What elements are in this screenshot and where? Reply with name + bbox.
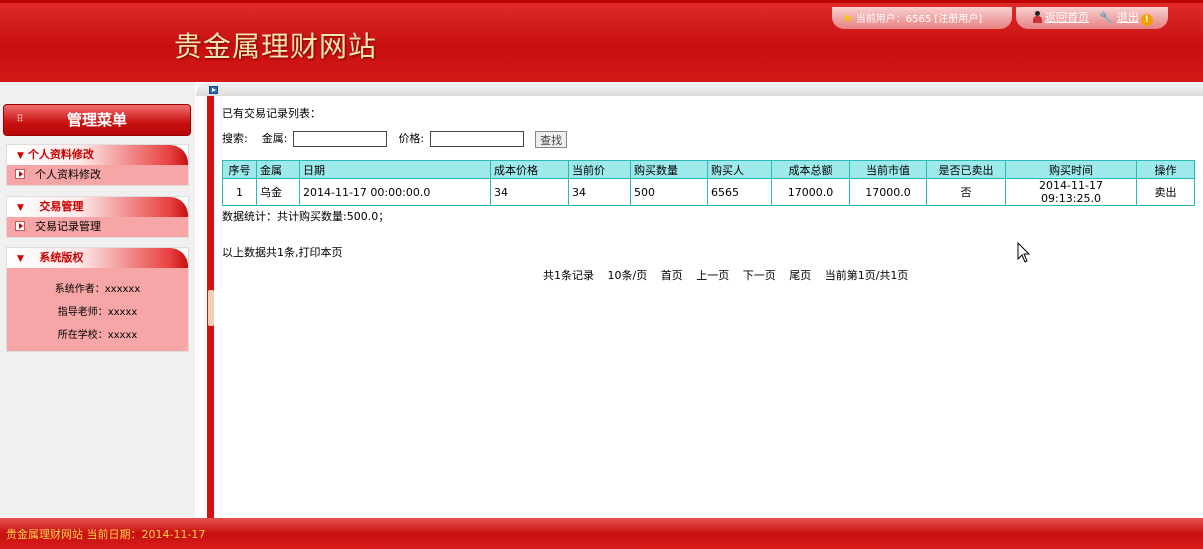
current-user-text: 当前用户：6565 [注册用户] [855, 14, 983, 25]
pager-next[interactable]: 下一页 [743, 269, 776, 282]
author-line: 系统作者：xxxxxx [54, 284, 141, 295]
cell-cost-total: 17000.0 [771, 178, 850, 206]
total-print-line[interactable]: 以上数据共1条,打印本页 [222, 244, 343, 260]
triangle-down-icon: ▼ [17, 254, 24, 264]
cell-purchase-time: 2014-11-17 09:13:25.0 [1005, 178, 1137, 206]
search-form: 搜索: 金属: 价格: 查找 [222, 130, 568, 148]
table-row: 1 乌金 2014-11-17 00:00:00.0 34 34 500 656… [222, 178, 1195, 206]
cell-cost-price: 34 [490, 178, 569, 206]
cell-buyer: 6565 [707, 178, 772, 206]
search-label: 搜索: [222, 132, 248, 145]
price-input[interactable] [429, 131, 524, 147]
pager-page-size: 10条/页 [607, 269, 648, 282]
column-header: 序号 [222, 160, 257, 179]
cell-current-price: 34 [568, 178, 631, 206]
logout-link[interactable]: 退出 [1117, 11, 1139, 24]
cell-metal: 乌金 [256, 178, 300, 206]
cell-index: 1 [222, 178, 257, 206]
column-header: 成本总额 [771, 160, 850, 179]
copyright-panel: 系统作者：xxxxxx 指导老师：xxxxx 所在学校：xxxxx [7, 268, 188, 351]
pager-prev[interactable]: 上一页 [696, 269, 729, 282]
user-status-bar: ★ 当前用户：6565 [注册用户] [832, 7, 1012, 29]
sidebar-item-profile-edit[interactable]: 个人资料修改 [7, 165, 188, 185]
column-header: 操作 [1136, 160, 1195, 179]
school-line: 所在学校：xxxxx [57, 330, 138, 341]
triangle-down-icon: ▼ [17, 151, 24, 161]
site-header: 贵金属理财网站 ★ 当前用户：6565 [注册用户] 返回首页 🔧 退出! [0, 0, 1203, 82]
menu-section-copyright: ▼ 系统版权 系统作者：xxxxxx 指导老师：xxxxx 所在学校：xxxxx [6, 247, 189, 352]
column-header: 成本价格 [490, 160, 569, 179]
expand-icon[interactable] [209, 86, 218, 94]
header-links: 返回首页 🔧 退出! [1016, 7, 1168, 29]
menu-title: ⠿ 管理菜单 [3, 104, 191, 136]
triangle-down-icon: ▼ [17, 203, 24, 213]
content-top-bar [196, 82, 1203, 96]
mouse-cursor-icon [1017, 242, 1031, 263]
user-icon [1032, 11, 1043, 23]
pager-current: 当前第1页/共1页 [824, 269, 909, 282]
site-footer: 贵金属理财网站 当前日期：2014-11-17 [0, 518, 1203, 549]
menu-section-head[interactable]: ▼ 系统版权 [7, 248, 188, 268]
metal-label: 金属: [261, 132, 288, 145]
stats-line: 数据统计：共计购买数量:500.0； [222, 210, 390, 223]
site-title: 贵金属理财网站 [174, 30, 378, 63]
sell-link[interactable]: 卖出 [1136, 178, 1195, 206]
column-header: 金属 [256, 160, 300, 179]
table-header-row: 序号 金属 日期 成本价格 当前价 购买数量 购买人 成本总额 当前市值 是否已… [222, 160, 1195, 179]
cell-date: 2014-11-17 00:00:00.0 [299, 178, 491, 206]
column-header: 当前价 [568, 160, 631, 179]
star-icon: ★ [842, 11, 853, 25]
info-icon: ! [1140, 14, 1153, 26]
menu-section-head[interactable]: ▼ 交易管理 [7, 197, 188, 217]
pager-total: 共1条记录 [543, 269, 594, 282]
metal-input[interactable] [292, 131, 387, 147]
menu-section-profile: ▼ 个人资料修改 个人资料修改 [6, 144, 189, 186]
pager-first[interactable]: 首页 [661, 269, 683, 282]
menu-section-trade: ▼ 交易管理 交易记录管理 [6, 196, 189, 238]
home-link[interactable]: 返回首页 [1045, 11, 1089, 24]
column-header: 是否已卖出 [926, 160, 1006, 179]
column-header: 购买数量 [630, 160, 708, 179]
main-content: 已有交易记录列表： 搜索: 金属: 价格: 查找 序号 金属 日期 成本价格 当… [214, 96, 1203, 518]
cell-sold-status: 否 [926, 178, 1006, 206]
wrench-icon: 🔧 [1099, 11, 1113, 24]
search-button[interactable]: 查找 [535, 130, 568, 148]
sidebar-item-trade-records[interactable]: 交易记录管理 [7, 217, 188, 237]
advisor-line: 指导老师：xxxxx [57, 307, 138, 318]
list-caption: 已有交易记录列表： [222, 107, 321, 120]
price-label: 价格: [398, 132, 425, 145]
arrow-right-icon [15, 221, 25, 231]
footer-text: 贵金属理财网站 当前日期：2014-11-17 [6, 528, 206, 541]
trade-records-table: 序号 金属 日期 成本价格 当前价 购买数量 购买人 成本总额 当前市值 是否已… [222, 160, 1195, 206]
cell-market-value: 17000.0 [849, 178, 927, 206]
menu-section-head[interactable]: ▼ 个人资料修改 [7, 145, 188, 165]
column-header: 购买人 [707, 160, 772, 179]
pager-last[interactable]: 尾页 [789, 269, 811, 282]
column-header: 日期 [299, 160, 491, 179]
column-header: 当前市值 [849, 160, 927, 179]
pagination: 共1条记录 10条/页 首页 上一页 下一页 尾页 当前第1页/共1页 [543, 267, 918, 283]
grip-icon: ⠿ [16, 114, 24, 125]
arrow-right-icon [15, 169, 25, 179]
column-header: 购买时间 [1005, 160, 1137, 179]
cell-quantity: 500 [630, 178, 708, 206]
sidebar: ⠿ 管理菜单 ▼ 个人资料修改 个人资料修改 ▼ 交易管理 交易记录管理 ▼ 系统版… [0, 82, 195, 518]
